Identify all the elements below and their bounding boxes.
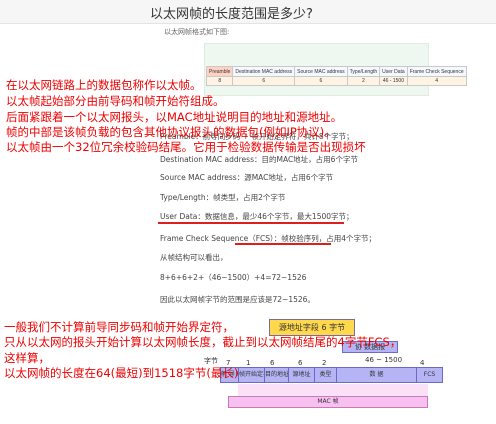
byte-count-src: 6 bbox=[298, 359, 303, 367]
user-data-underline bbox=[158, 222, 344, 224]
fcs-underline bbox=[235, 243, 331, 245]
frame-format-subtitle: 以太网帧格式如下图: bbox=[164, 28, 230, 36]
note-frame-start: 以太帧起始部分由前导码和帧开始符组成。 bbox=[6, 94, 225, 108]
note-length-range: 以太网帧的长度在64(最短)到1518字节(最长) bbox=[4, 366, 239, 380]
note-crc: 以太帧由一个32位冗余校验码结尾。它用于检验数据传输是否出现损坏 bbox=[6, 140, 366, 154]
mac-frame-band bbox=[238, 384, 428, 396]
cell-src-address: 源地址 bbox=[289, 368, 315, 382]
byte-count-type: 2 bbox=[322, 359, 327, 367]
ethernet-frame-diagram: 前 导 码 帧开始定界符 目的地址 源地址 类型 数 据 FCS bbox=[220, 367, 443, 383]
desc-src-mac: Source MAC address：源MAC地址，占用6个字节 bbox=[160, 173, 334, 182]
range-label: 46 ~ 1500 bbox=[365, 356, 403, 364]
table-value-row: 8 6 6 2 46 - 1500 4 bbox=[205, 76, 467, 86]
value-fcs: 4 bbox=[406, 76, 467, 86]
note-count-from-header: 只从以太网的报头开始计算以太网帧长度，截止到以太网帧结尾的4字节FCS， bbox=[4, 335, 402, 349]
cell-dest-address: 目的地址 bbox=[265, 368, 289, 382]
note-ethernet-frame: 在以太网链路上的数据包称作以太帧。 bbox=[6, 78, 202, 92]
desc-conclusion-intro: 从帧结构可以看出， bbox=[160, 253, 228, 262]
value-user-data: 46 - 1500 bbox=[379, 76, 408, 86]
byte-count-dest: 6 bbox=[270, 359, 275, 367]
header-src-mac: Source MAC address bbox=[294, 66, 348, 77]
desc-dest-mac: Destination MAC address：目的MAC地址，占用6个字节 bbox=[160, 155, 358, 164]
page-title: 以太网帧的长度范围是多少? bbox=[150, 7, 313, 22]
note-payload: 帧的中部是该帧负载的包含其他协议报头的数据包(例如IP协议)。 bbox=[6, 125, 336, 139]
byte-count-sfd: 1 bbox=[246, 359, 251, 367]
value-type-length: 2 bbox=[346, 76, 381, 86]
cell-data: 数 据 bbox=[337, 368, 417, 382]
desc-range: 因此以太网帧字节的范围是应该是72~1526。 bbox=[160, 295, 315, 304]
cell-fcs: FCS bbox=[423, 371, 436, 378]
mac-frame-box: MAC 帧 bbox=[228, 396, 428, 408]
title-bar: 以太网帧的长度范围是多少? bbox=[0, 0, 496, 24]
desc-type-length: Type/Length：帧类型，占用2个字节 bbox=[160, 193, 286, 202]
header-dest-mac: Destination MAC address bbox=[232, 66, 296, 77]
header-user-data: User Data bbox=[379, 66, 408, 77]
desc-user-data: User Data：数据信息，最少46个字节，最大1500字节； bbox=[160, 212, 354, 221]
value-preamble: 8 bbox=[205, 76, 234, 86]
cell-sfd: 帧开始定界符 bbox=[239, 368, 265, 382]
header-preamble: Preamble bbox=[205, 66, 234, 77]
header-type-length: Type/Length bbox=[346, 66, 381, 77]
header-fcs: Frame Check Sequence bbox=[406, 66, 467, 77]
note-header-mac: 后面紧跟着一个以太网报头，以MAC地址说明目的地址和源地址。 bbox=[6, 110, 343, 124]
cell-type: 类型 bbox=[315, 368, 337, 382]
desc-formula: 8+6+6+2+（46~1500）+4=72~1526 bbox=[160, 273, 307, 282]
value-dest-mac: 6 bbox=[232, 76, 296, 86]
frame-format-table: Preamble Destination MAC address Source … bbox=[205, 66, 467, 86]
value-src-mac: 6 bbox=[294, 76, 348, 86]
byte-count-fcs: 4 bbox=[420, 359, 425, 367]
note-exclude-preamble: 一般我们不计算前导同步码和帧开始界定符， bbox=[4, 320, 234, 334]
note-so: 这样算， bbox=[4, 351, 50, 365]
table-header-row: Preamble Destination MAC address Source … bbox=[205, 66, 467, 77]
